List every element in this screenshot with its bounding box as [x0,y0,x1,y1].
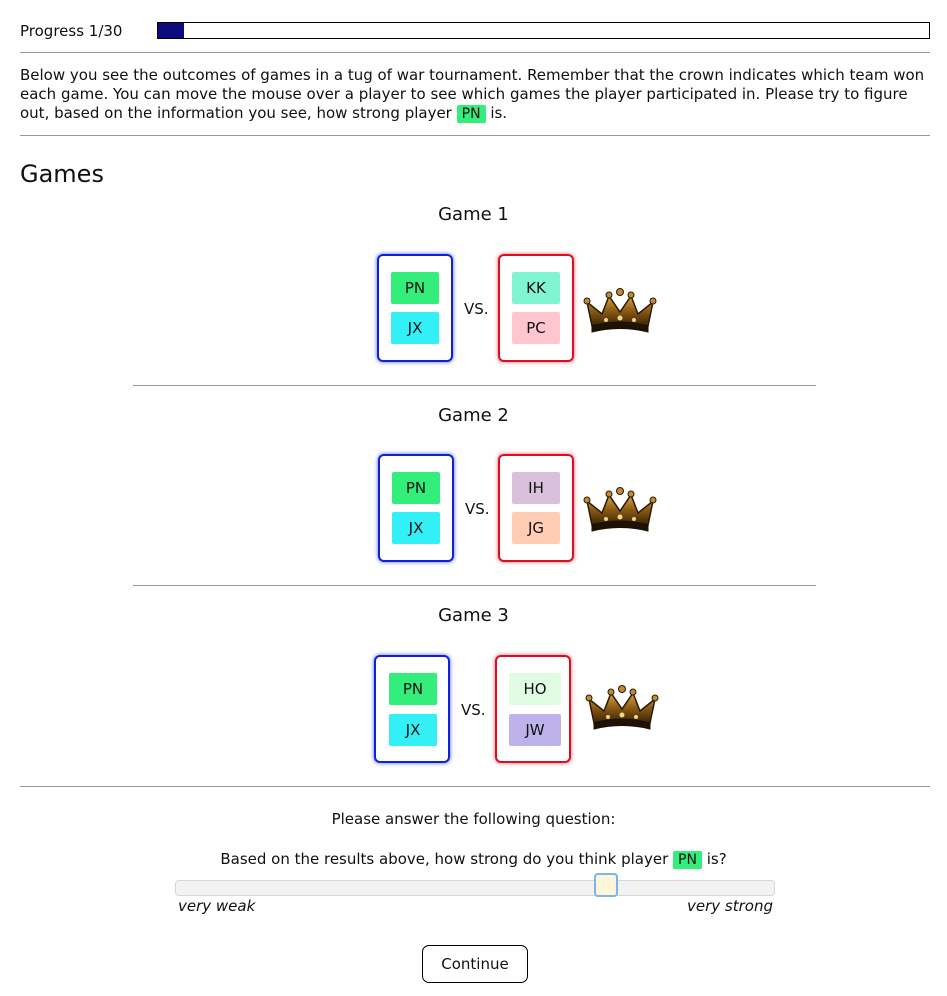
game-title: Game 2 [438,405,509,426]
player-jw[interactable]: JW [509,714,561,746]
continue-button[interactable]: Continue [422,945,528,983]
player-ih[interactable]: IH [512,472,560,504]
crown-icon [585,685,659,730]
question-text: Based on the results above, how strong d… [220,850,674,868]
divider [133,585,816,586]
team-right: HO JW [495,655,571,763]
player-kk[interactable]: KK [512,272,560,304]
player-ho[interactable]: HO [509,673,561,705]
game-title: Game 3 [438,605,509,626]
scale-high-label: very strong [687,897,773,915]
team-left: PN JX [377,254,453,362]
question-text-end: is? [701,850,727,868]
divider [20,786,930,787]
crown-icon [583,288,657,333]
team-right: KK PC [498,254,574,362]
team-right: IH JG [498,454,574,562]
vs-label: VS. [465,500,490,518]
instructions-text-end: is. [485,104,508,122]
game-2: Game 2 PN JX VS. IH JG [0,405,947,605]
player-pc[interactable]: PC [512,312,560,344]
scale-low-label: very weak [178,897,256,915]
vs-label: VS. [464,300,489,318]
team-left: PN JX [374,655,450,763]
slider-handle[interactable] [593,873,618,897]
player-pn[interactable]: PN [391,272,439,304]
game-3: Game 3 PN JX VS. HO JW [0,605,947,805]
divider [20,52,930,53]
vs-label: VS. [461,701,486,719]
player-pn[interactable]: PN [392,472,440,504]
progress-bar [157,22,930,39]
progress-label: Progress 1/30 [20,22,123,40]
player-chip: PN [673,851,702,869]
player-jx[interactable]: JX [389,714,437,746]
game-title: Game 1 [438,204,509,225]
player-jx[interactable]: JX [392,512,440,544]
crown-icon [583,487,657,532]
player-jx[interactable]: JX [391,312,439,344]
divider [133,385,816,386]
progress-row: Progress 1/30 [20,20,930,44]
question-label: Please answer the following question: [331,810,616,828]
team-left: PN JX [378,454,454,562]
strength-slider[interactable] [175,880,775,896]
divider [20,135,930,136]
player-pn[interactable]: PN [389,673,437,705]
game-1: Game 1 PN JX VS. KK PC [0,204,947,404]
instructions: Below you see the outcomes of games in a… [20,66,930,123]
player-jg[interactable]: JG [512,512,560,544]
games-heading: Games [20,160,104,188]
question: Based on the results above, how strong d… [0,850,947,869]
player-chip: PN [456,105,486,123]
progress-bar-fill [158,23,184,38]
